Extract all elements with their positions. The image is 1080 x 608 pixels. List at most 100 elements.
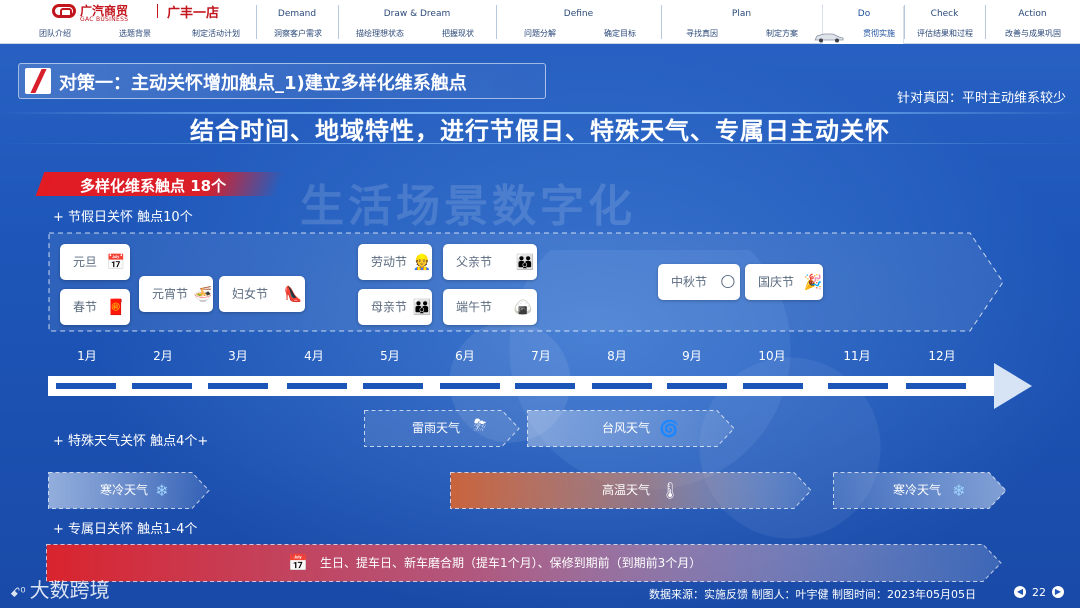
nav-step-current[interactable]: 把握现状 [420, 28, 496, 39]
month-label: 8月 [607, 349, 627, 363]
exclusive-heading: + 专属日关怀 触点1-4个 [53, 522, 198, 537]
holiday-label: 母亲节 [371, 300, 408, 314]
timeline-segment [440, 383, 500, 389]
month-label: 5月 [380, 349, 400, 363]
nav-step-execute[interactable]: 贯彻实施 [863, 28, 905, 39]
snowflake-icon: ❄ [155, 481, 169, 500]
timeline-segment [592, 383, 652, 389]
typhoon-icon: 🌀 [659, 419, 679, 438]
holiday-pill: 中秋节 🌕 [658, 264, 740, 300]
timeline-segment [743, 383, 803, 389]
timeline-segment [287, 383, 347, 389]
zongzi-icon: 🍙 [513, 298, 533, 316]
nav-step-target[interactable]: 确定目标 [580, 28, 660, 39]
weather-label: 雷雨天气 [412, 421, 461, 435]
month-label: 9月 [682, 349, 702, 363]
month-label: 3月 [228, 349, 248, 363]
month-label: 1月 [77, 349, 97, 363]
nav-phase-draw-dream[interactable]: Draw & Dream [338, 9, 496, 19]
rice-ball-bowl-icon: 🍜 [193, 285, 213, 303]
worker-icon: 👷 [412, 253, 432, 271]
firework-icon: 🎉 [803, 273, 823, 291]
weather-label: 高温天气 [602, 483, 651, 497]
timeline-segment [906, 383, 966, 389]
flag-icon [25, 68, 51, 94]
holiday-pill: 劳动节 👷 [358, 244, 432, 280]
car-icon [814, 33, 844, 43]
weather-bar-cold-late: 寒冷天气 ❄ [833, 472, 1007, 509]
weather-label: 台风天气 [602, 421, 651, 435]
high-heel-icon: 👠 [283, 285, 303, 303]
next-page-icon[interactable]: ▶ [1052, 586, 1064, 598]
nav-step-insight[interactable]: 洞察客户需求 [258, 28, 338, 39]
store-name: 广丰一店 [167, 6, 220, 21]
holiday-pill: 国庆节 🎉 [745, 264, 823, 300]
month-label: 6月 [455, 349, 475, 363]
month-label: 7月 [531, 349, 551, 363]
headline-bottom-line [0, 143, 1080, 144]
root-cause-label: 针对真因：平时主动维系较少 [896, 91, 1066, 106]
snowflake-icon: ❄ [952, 481, 966, 500]
top-navigation: 广汽商贸 GAC BUSINESS 广丰一店 Demand Draw & Dre… [0, 0, 1080, 44]
thermometer-icon: 🌡 [660, 481, 681, 500]
holiday-pill: 元旦 📅 [60, 244, 130, 280]
nav-step-plan[interactable]: 制定活动计划 [180, 28, 252, 39]
nav-step-root-cause[interactable]: 寻找真因 [662, 28, 742, 39]
family-icon: 👪 [515, 253, 535, 271]
nav-phase-plan[interactable]: Plan [661, 9, 822, 19]
timeline-segment [208, 383, 268, 389]
holiday-label: 父亲节 [456, 255, 493, 269]
nav-phase-demand[interactable]: Demand [256, 9, 338, 19]
calendar-icon: 📅 [106, 253, 126, 271]
family-icon: 👪 [412, 298, 432, 316]
timeline-segment [667, 383, 727, 389]
timeline-segment [363, 383, 423, 389]
holiday-pill: 父亲节 👪 [443, 244, 537, 280]
nav-step-team[interactable]: 团队介绍 [20, 28, 90, 39]
weather-label: 寒冷天气 [893, 483, 942, 497]
previous-page-icon[interactable]: ◀ [1014, 586, 1026, 598]
holiday-label: 元旦 [73, 255, 98, 269]
holiday-label: 端午节 [456, 300, 493, 314]
gac-logo-icon [52, 4, 76, 18]
nav-phase-do[interactable]: Do [823, 9, 905, 19]
section-tag: 多样化维系触点 18个 [80, 177, 227, 195]
moon-icon: 🌕 [720, 273, 736, 291]
nav-phase-action[interactable]: Action [985, 9, 1080, 19]
brand-name-en: GAC BUSINESS [80, 16, 129, 23]
nav-step-background[interactable]: 选题背景 [100, 28, 170, 39]
timeline-segment [56, 383, 116, 389]
weather-bar-typhoon: 台风天气 🌀 [527, 410, 735, 447]
timeline-segment [132, 383, 192, 389]
nav-step-evaluate[interactable]: 评估结果和过程 [905, 28, 985, 39]
holiday-pill: 元宵节 🍜 [139, 276, 213, 312]
holiday-label: 妇女节 [232, 287, 269, 301]
nav-step-decompose[interactable]: 问题分解 [500, 28, 580, 39]
holiday-label: 元宵节 [152, 287, 189, 301]
nav-phase-define[interactable]: Define [496, 9, 661, 19]
month-label: 10月 [758, 349, 786, 363]
month-label: 11月 [843, 349, 871, 363]
page-number: 22 [1032, 585, 1046, 599]
page-control: ◀ 22 ▶ [1014, 585, 1064, 599]
footer-meta: 数据来源：实施反馈 制图人：叶宇健 制图时间：2023年05月05日 [649, 588, 976, 601]
exclusive-bar: 📅 生日、提车日、新车磨合期（提车1个月）、保修到期前（到期前3个月） [46, 544, 1002, 582]
holiday-heading: + 节假日关怀 触点10个 [53, 210, 193, 225]
thunderstorm-icon: ⛈ [473, 415, 487, 434]
nav-step-solution[interactable]: 制定方案 [742, 28, 822, 39]
weather-bar-thunderstorm: 雷雨天气 ⛈ [364, 410, 520, 447]
exclusive-days-text: 生日、提车日、新车磨合期（提车1个月）、保修到期前（到期前3个月） [320, 556, 702, 570]
weather-heading: + 特殊天气关怀 触点4个+ [53, 434, 209, 449]
month-label: 2月 [153, 349, 173, 363]
holiday-pill: 端午节 🍙 [443, 289, 537, 325]
weather-bar-cold-early: 寒冷天气 ❄ [48, 472, 210, 509]
holiday-pill: 母亲节 👪 [358, 289, 432, 325]
watermark-logo-icon: ꗃ⁰ [10, 586, 26, 601]
nav-step-ideal[interactable]: 描绘理想状态 [340, 28, 420, 39]
nav-phase-check[interactable]: Check [904, 9, 985, 19]
month-label: 4月 [304, 349, 324, 363]
brand-divider [157, 4, 158, 18]
footer-logo-text: 大数跨境 [29, 578, 110, 602]
weather-label: 寒冷天气 [100, 483, 149, 497]
nav-step-consolidate[interactable]: 改善与成果巩固 [986, 28, 1080, 39]
